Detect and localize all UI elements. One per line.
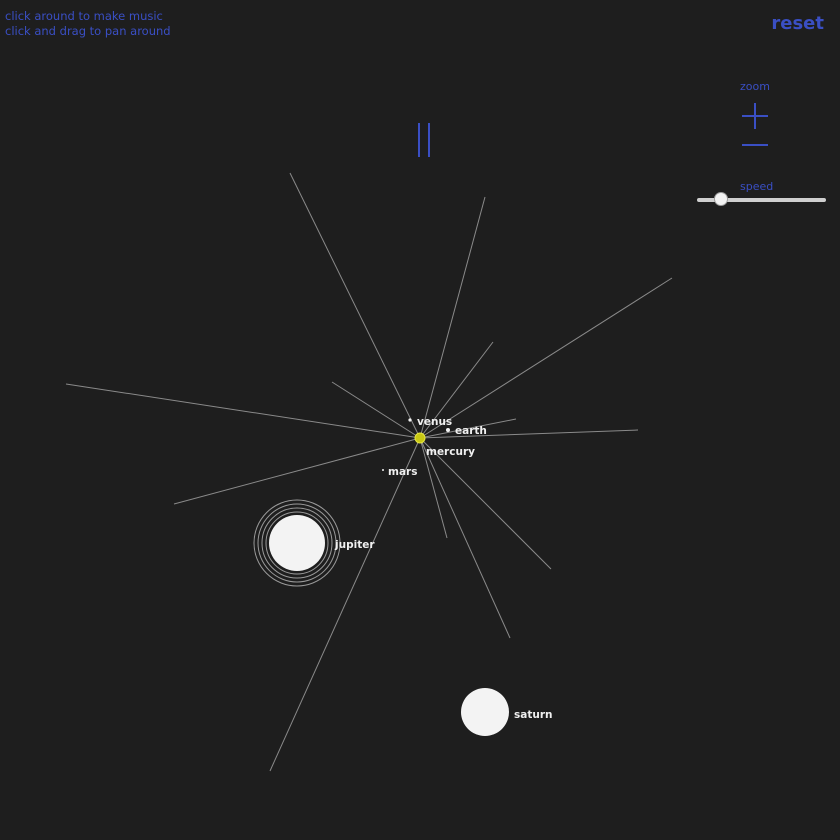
sound-ray-12	[419, 437, 511, 639]
mars-planet[interactable]	[382, 469, 384, 471]
pause-button[interactable]	[416, 123, 434, 157]
jupiter-label: jupiter	[334, 539, 375, 551]
reset-button[interactable]: reset	[771, 13, 824, 34]
saturn-planet[interactable]	[461, 688, 509, 736]
sound-ray-1	[289, 172, 421, 439]
venus-label: venus	[417, 416, 452, 428]
mercury-label: mercury	[426, 446, 475, 458]
zoom-in-button[interactable]	[742, 103, 768, 129]
celestial-bodies: mercury venusearth mars jupiter saturn	[253, 416, 552, 736]
sound-rays	[65, 172, 673, 772]
speed-label: speed	[740, 180, 774, 193]
jupiter-planet[interactable]	[269, 515, 325, 571]
instructions: click around to make music click and dra…	[5, 9, 171, 39]
mars-label: mars	[388, 466, 417, 478]
sun[interactable]	[414, 432, 426, 444]
saturn-label: saturn	[514, 709, 552, 721]
sound-ray-6	[65, 383, 421, 439]
instruction-line-2: click and drag to pan around	[5, 24, 171, 38]
sound-ray-13	[269, 437, 421, 772]
pause-icon-bar	[428, 123, 430, 157]
solar-system-stage[interactable]: mercury venus earth mars jupiter saturn click…	[0, 0, 840, 840]
zoom-label: zoom	[740, 80, 770, 93]
sound-ray-2	[419, 196, 486, 439]
earth-label: earth	[455, 425, 487, 437]
sound-ray-3	[419, 277, 673, 439]
earth-planet[interactable]	[446, 428, 450, 432]
venus-planet[interactable]	[408, 418, 412, 422]
zoom-out-button[interactable]	[742, 137, 768, 151]
instruction-line-1: click around to make music	[5, 9, 163, 23]
sound-ray-9	[173, 437, 421, 505]
pause-icon	[418, 123, 420, 157]
